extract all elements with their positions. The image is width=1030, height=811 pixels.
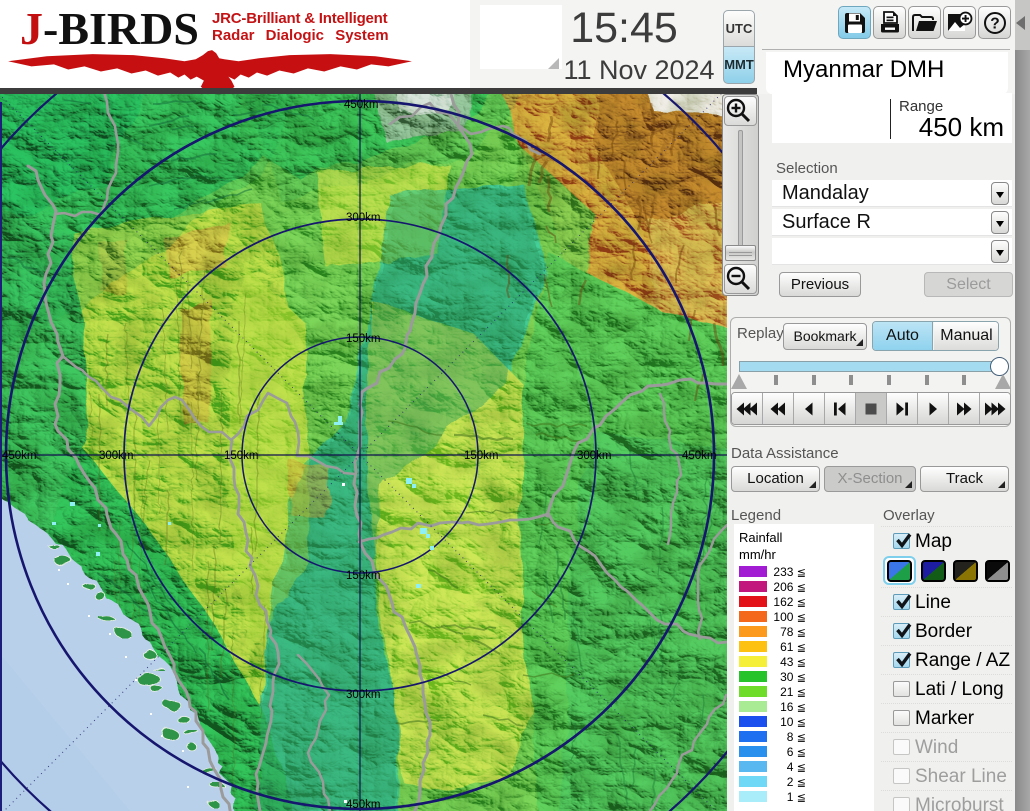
svg-text:300km: 300km [346,689,381,701]
svg-text:450km: 450km [346,799,381,811]
svg-text:450km: 450km [2,450,37,462]
svg-text:450km: 450km [344,99,379,111]
svg-text:450km: 450km [682,450,717,462]
svg-text:150km: 150km [346,333,381,345]
svg-text:150km: 150km [464,450,499,462]
svg-text:150km: 150km [224,450,259,462]
svg-text:150km: 150km [346,570,381,582]
svg-text:300km: 300km [346,212,381,224]
svg-text:300km: 300km [577,450,612,462]
svg-text:300km: 300km [99,450,134,462]
svg-text:?: ? [990,16,999,33]
